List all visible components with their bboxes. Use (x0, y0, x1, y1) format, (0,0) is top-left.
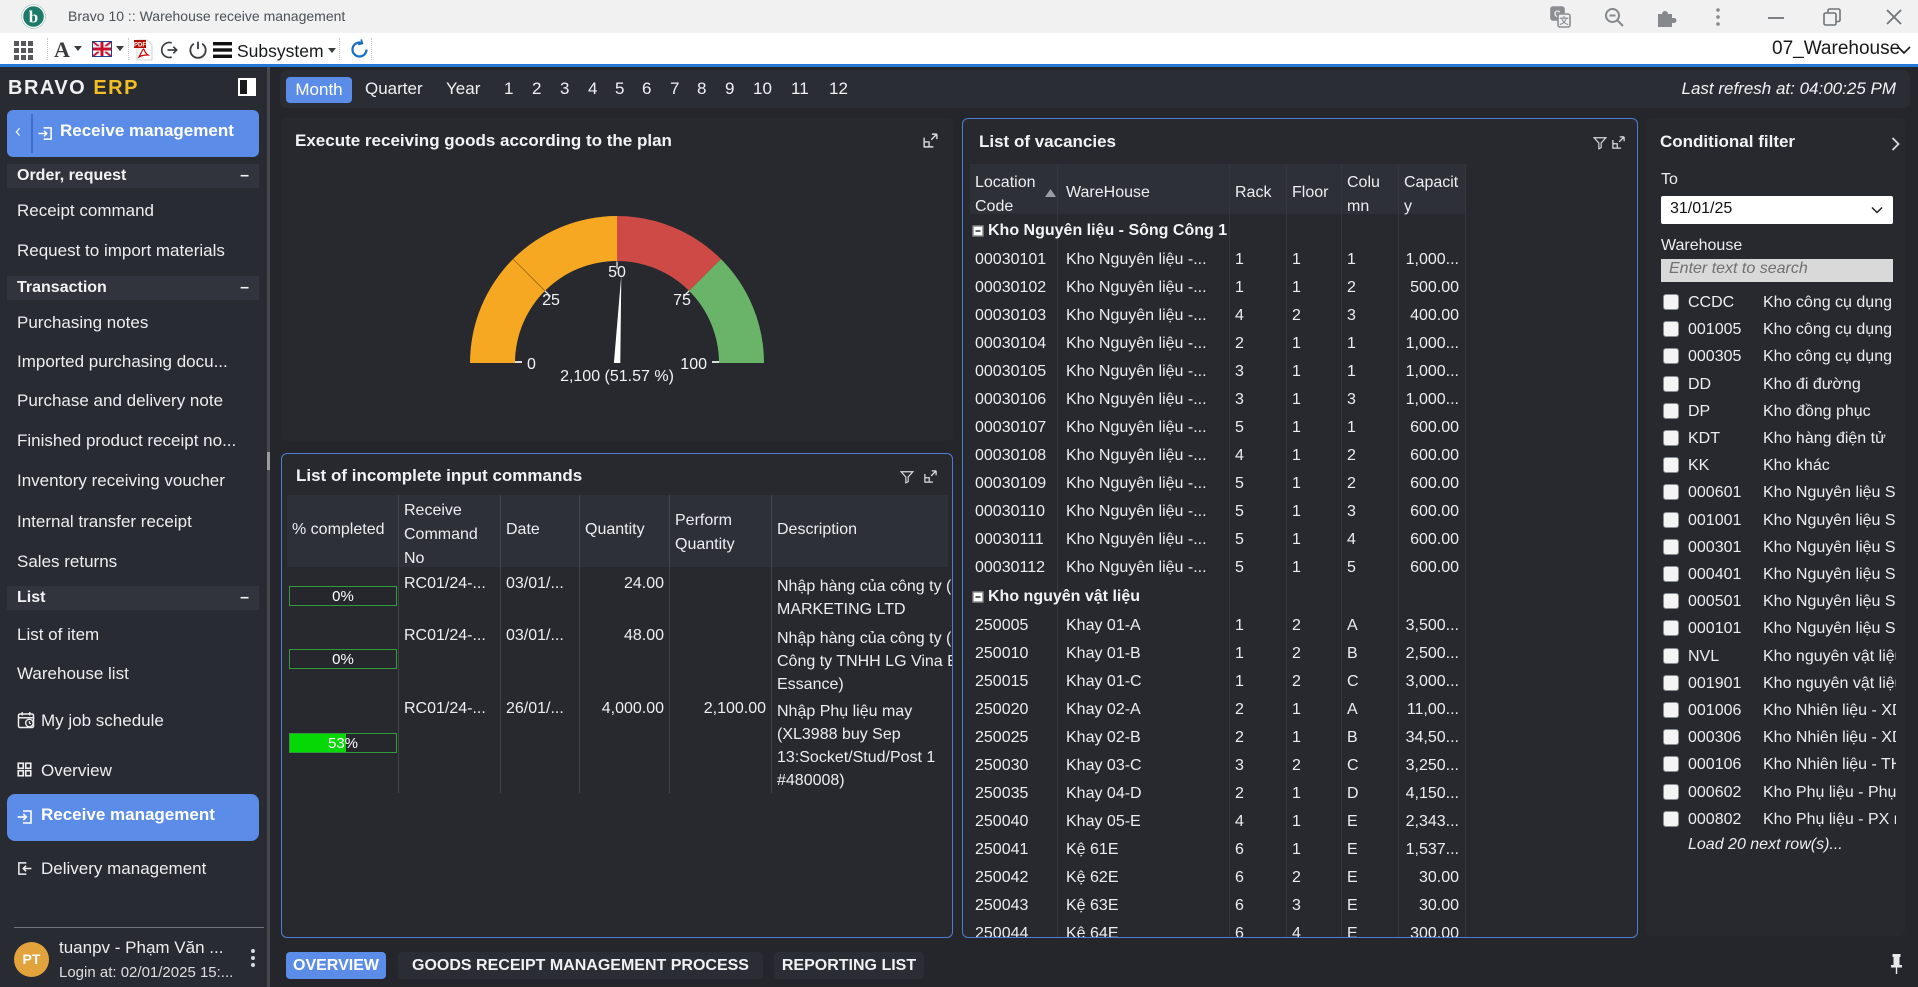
svg-text:b: b (29, 8, 38, 27)
svg-text:文: 文 (1558, 15, 1569, 26)
svg-text:0: 0 (527, 356, 536, 373)
svg-text:75: 75 (673, 292, 691, 309)
svg-text:50: 50 (608, 264, 626, 281)
svg-text:2,100 (51.57 %): 2,100 (51.57 %) (560, 368, 674, 385)
svg-text:100: 100 (680, 356, 707, 373)
svg-text:25: 25 (542, 292, 560, 309)
svg-text:PDF: PDF (134, 43, 146, 49)
